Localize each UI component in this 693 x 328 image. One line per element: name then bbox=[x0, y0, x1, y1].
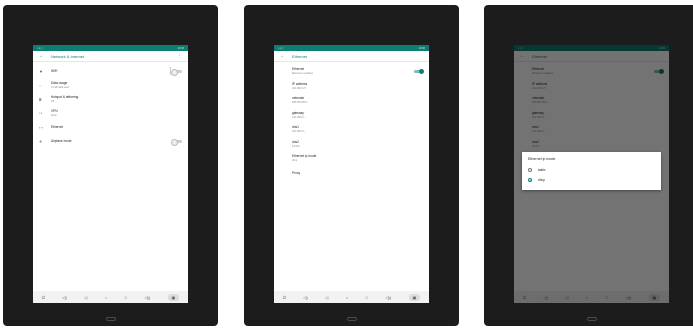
option-dhcp[interactable]: dhcp bbox=[528, 175, 655, 185]
list-item-proxy[interactable]: Proxy bbox=[274, 166, 429, 181]
list-item-title: gateway bbox=[292, 110, 304, 115]
volume-down-icon[interactable]: ◁) bbox=[62, 295, 66, 300]
list-item-title: dns2 bbox=[292, 139, 299, 144]
recents-nav-icon[interactable]: □ bbox=[365, 295, 367, 300]
ethernet-toggle[interactable] bbox=[414, 68, 424, 74]
list-item-netmask[interactable]: netmask 255.255.255.0 bbox=[274, 93, 429, 108]
home-nav-icon[interactable]: ○ bbox=[105, 295, 107, 300]
list-item-title: Proxy bbox=[292, 170, 301, 175]
option-static[interactable]: static bbox=[528, 165, 655, 175]
list-item-ethernet[interactable]: ‹·› Ethernet bbox=[33, 120, 188, 134]
ip-mode-dialog: Ethernet ip mode static dhcp bbox=[522, 152, 661, 190]
status-time: 10:36 bbox=[177, 46, 185, 50]
list-item-dns1[interactable]: dns1 192.168.0.1 bbox=[274, 122, 429, 137]
list-item-subtitle: 192.168.0.27 bbox=[292, 86, 306, 90]
list-item-title: Airplane mode bbox=[51, 139, 72, 143]
list-item-subtitle: 192.168.0.1 bbox=[292, 130, 305, 134]
list-item-dns2[interactable]: dns2 8.8.8.8 bbox=[274, 137, 429, 152]
wifi-toggle[interactable] bbox=[171, 68, 182, 76]
list-item-title: Hotspot & tethering bbox=[51, 95, 79, 99]
list-item-wifi[interactable]: ▼ WiFi bbox=[33, 64, 188, 78]
screenshot-icon[interactable]: ▣ bbox=[167, 293, 180, 301]
list-item-title: Ethernet bbox=[51, 125, 64, 129]
status-icons: ▪ ▾ ◻ bbox=[278, 46, 284, 50]
device-network-internet: ▪ ▾ ◻ 10:36 ← Network & Internet ⋮ ▼ WiF… bbox=[3, 5, 218, 326]
settings-list: ▼ WiFi ◌ Data usage 0.0 kB data used ⌸ H… bbox=[33, 62, 188, 148]
list-item-subtitle: 255.255.255.0 bbox=[292, 101, 308, 105]
screenshot-icon[interactable]: ▣ bbox=[408, 293, 421, 301]
back-arrow-icon[interactable]: ← bbox=[280, 53, 292, 59]
screen-network-internet: ▪ ▾ ◻ 10:36 ← Network & Internet ⋮ ▼ WiF… bbox=[33, 45, 188, 303]
list-item-subtitle: None bbox=[51, 114, 57, 117]
list-item-title: dns1 bbox=[292, 125, 299, 130]
nav-bar: ⏻ ◁) ◁ ○ □ ◁)) ▣ bbox=[274, 291, 429, 303]
app-bar: ← Network & Internet ⋮ bbox=[33, 51, 188, 62]
list-item-title: WiFi bbox=[51, 69, 58, 73]
list-item-title: Ethernet bbox=[292, 67, 305, 72]
volume-down-icon[interactable]: ◁) bbox=[303, 295, 307, 300]
list-item-vpn[interactable]: ◖◗ VPN None bbox=[33, 106, 188, 120]
data-usage-icon: ◌ bbox=[39, 82, 42, 88]
home-button[interactable] bbox=[586, 317, 597, 321]
screen-ethernet: ▪ ▾ ◻ 10:36 ← Ethernet Ethernet Ethernet… bbox=[274, 45, 429, 303]
list-item-ethernet-enable[interactable]: Ethernet Ethernet is enabled bbox=[274, 64, 429, 79]
option-label: dhcp bbox=[538, 178, 545, 182]
app-bar: ← Ethernet bbox=[274, 51, 429, 62]
list-item-title: Ethernet ip mode bbox=[292, 154, 317, 159]
list-item-subtitle: Ethernet is enabled bbox=[292, 72, 313, 76]
power-icon[interactable]: ⏻ bbox=[42, 295, 45, 300]
list-item-title: netmask bbox=[292, 96, 305, 101]
volume-up-icon[interactable]: ◁)) bbox=[385, 295, 391, 300]
list-item-hotspot[interactable]: ⌸ Hotspot & tethering Off bbox=[33, 92, 188, 106]
ethernet-settings-list: Ethernet Ethernet is enabled IP address … bbox=[274, 62, 429, 180]
device-ethernet-dialog: ▪ ▾ ◻ 10:36 ← Ethernet Ethernet Ethernet… bbox=[484, 5, 693, 326]
list-item-airplane[interactable]: ✈ Airplane mode bbox=[33, 134, 188, 148]
list-item-subtitle: 0.0 kB data used bbox=[51, 86, 69, 89]
wifi-icon: ▼ bbox=[39, 68, 43, 74]
page-title: Ethernet bbox=[292, 53, 308, 59]
list-item-data-usage[interactable]: ◌ Data usage 0.0 kB data used bbox=[33, 78, 188, 92]
airplane-icon: ✈ bbox=[39, 138, 43, 144]
screen-ethernet-dialog: ▪ ▾ ◻ 10:36 ← Ethernet Ethernet Ethernet… bbox=[514, 45, 669, 303]
power-icon[interactable]: ⏻ bbox=[283, 295, 286, 300]
dialog-title: Ethernet ip mode bbox=[528, 157, 556, 161]
back-nav-icon[interactable]: ◁ bbox=[84, 295, 87, 300]
device-ethernet: ▪ ▾ ◻ 10:36 ← Ethernet Ethernet Ethernet… bbox=[244, 5, 459, 326]
home-button[interactable] bbox=[346, 317, 357, 321]
radio-dhcp[interactable] bbox=[528, 178, 532, 182]
divider bbox=[169, 67, 170, 75]
home-nav-icon[interactable]: ○ bbox=[346, 295, 348, 300]
list-item-subtitle: Off bbox=[51, 100, 55, 103]
list-item-ip-address[interactable]: IP address 192.168.0.27 bbox=[274, 79, 429, 94]
more-options-icon[interactable]: ⋮ bbox=[177, 53, 182, 59]
list-item-subtitle: 8.8.8.8 bbox=[292, 144, 300, 148]
nav-bar: ⏻ ◁) ◁ ○ □ ◁)) ▣ bbox=[33, 291, 188, 303]
list-item-title: Data usage bbox=[51, 81, 68, 85]
vpn-icon: ◖◗ bbox=[39, 111, 43, 115]
list-item-gateway[interactable]: gateway 192.168.0.1 bbox=[274, 108, 429, 123]
page-title: Network & Internet bbox=[51, 53, 85, 59]
volume-up-icon[interactable]: ◁)) bbox=[144, 295, 150, 300]
hotspot-icon: ⌸ bbox=[39, 96, 42, 102]
radio-static[interactable] bbox=[528, 168, 532, 172]
ethernet-icon: ‹·› bbox=[39, 124, 43, 130]
list-item-title: IP address bbox=[292, 81, 308, 86]
status-icons: ▪ ▾ ◻ bbox=[37, 46, 43, 50]
stage: ▪ ▾ ◻ 10:36 ← Network & Internet ⋮ ▼ WiF… bbox=[0, 0, 693, 328]
airplane-mode-toggle[interactable] bbox=[171, 138, 182, 146]
home-button[interactable] bbox=[105, 317, 116, 321]
status-time: 10:36 bbox=[418, 46, 426, 50]
recents-nav-icon[interactable]: □ bbox=[124, 295, 126, 300]
list-item-subtitle: dhcp bbox=[292, 159, 298, 163]
list-item-subtitle: 192.168.0.1 bbox=[292, 115, 305, 119]
option-label: static bbox=[538, 168, 546, 172]
back-nav-icon[interactable]: ◁ bbox=[325, 295, 328, 300]
back-arrow-icon[interactable]: ← bbox=[39, 53, 51, 59]
list-item-ip-mode[interactable]: Ethernet ip mode dhcp bbox=[274, 151, 429, 166]
list-item-title: VPN bbox=[51, 109, 58, 113]
